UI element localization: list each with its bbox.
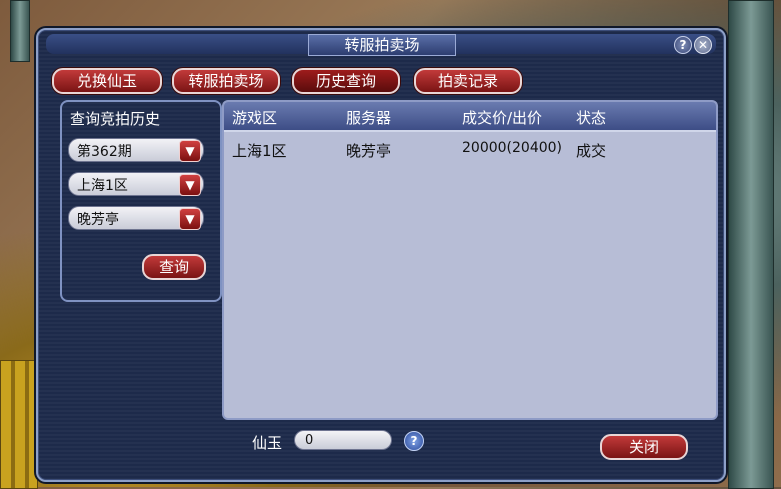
filter-panel-title: 查询竞拍历史 bbox=[70, 110, 161, 128]
history-table: 游戏区 服务器 成交价/出价 状态 上海1区 晚芳亭 20000(20400) … bbox=[222, 100, 718, 420]
jade-amount-field[interactable]: 0 bbox=[294, 430, 392, 450]
background-pillar-right bbox=[728, 0, 774, 489]
cell-price: 20000(20400) bbox=[462, 140, 562, 156]
query-button[interactable]: 查询 bbox=[142, 254, 206, 280]
cell-status: 成交 bbox=[576, 142, 607, 160]
tab-transfer-auction[interactable]: 转服拍卖场 bbox=[172, 68, 280, 94]
cell-server: 晚芳亭 bbox=[346, 142, 392, 160]
tab-exchange-jade[interactable]: 兑换仙玉 bbox=[52, 68, 162, 94]
tab-history-query[interactable]: 历史查询 bbox=[292, 68, 400, 94]
dropdown-arrow-icon[interactable]: ▼ bbox=[179, 174, 201, 196]
help-icon[interactable]: ? bbox=[674, 36, 692, 54]
help-icon[interactable]: ? bbox=[404, 431, 424, 451]
server-value: 晚芳亭 bbox=[77, 212, 119, 228]
zone-value: 上海1区 bbox=[77, 178, 128, 194]
dialog-title: 转服拍卖场 bbox=[308, 34, 456, 56]
period-value: 第362期 bbox=[77, 144, 132, 160]
table-header: 游戏区 服务器 成交价/出价 状态 bbox=[224, 102, 716, 132]
dropdown-arrow-icon[interactable]: ▼ bbox=[179, 208, 201, 230]
column-header-zone: 游戏区 bbox=[232, 109, 278, 127]
close-button[interactable]: 关闭 bbox=[600, 434, 688, 460]
tab-auction-records[interactable]: 拍卖记录 bbox=[414, 68, 522, 94]
close-icon[interactable]: ✕ bbox=[694, 36, 712, 54]
cell-zone: 上海1区 bbox=[232, 142, 287, 160]
column-header-price: 成交价/出价 bbox=[462, 109, 543, 127]
period-select[interactable]: 第362期 ▼ bbox=[68, 138, 204, 162]
column-header-status: 状态 bbox=[576, 109, 607, 127]
auction-dialog: 转服拍卖场 ? ✕ 兑换仙玉 转服拍卖场 历史查询 拍卖记录 查询竞拍历史 第3… bbox=[36, 28, 726, 482]
jade-label: 仙玉 bbox=[252, 434, 283, 452]
background-pillar-left bbox=[10, 0, 30, 62]
history-filter-panel: 查询竞拍历史 第362期 ▼ 上海1区 ▼ 晚芳亭 ▼ 查询 bbox=[60, 100, 222, 302]
zone-select[interactable]: 上海1区 ▼ bbox=[68, 172, 204, 196]
dropdown-arrow-icon[interactable]: ▼ bbox=[179, 140, 201, 162]
server-select[interactable]: 晚芳亭 ▼ bbox=[68, 206, 204, 230]
column-header-server: 服务器 bbox=[346, 109, 392, 127]
background-roof bbox=[0, 360, 38, 489]
